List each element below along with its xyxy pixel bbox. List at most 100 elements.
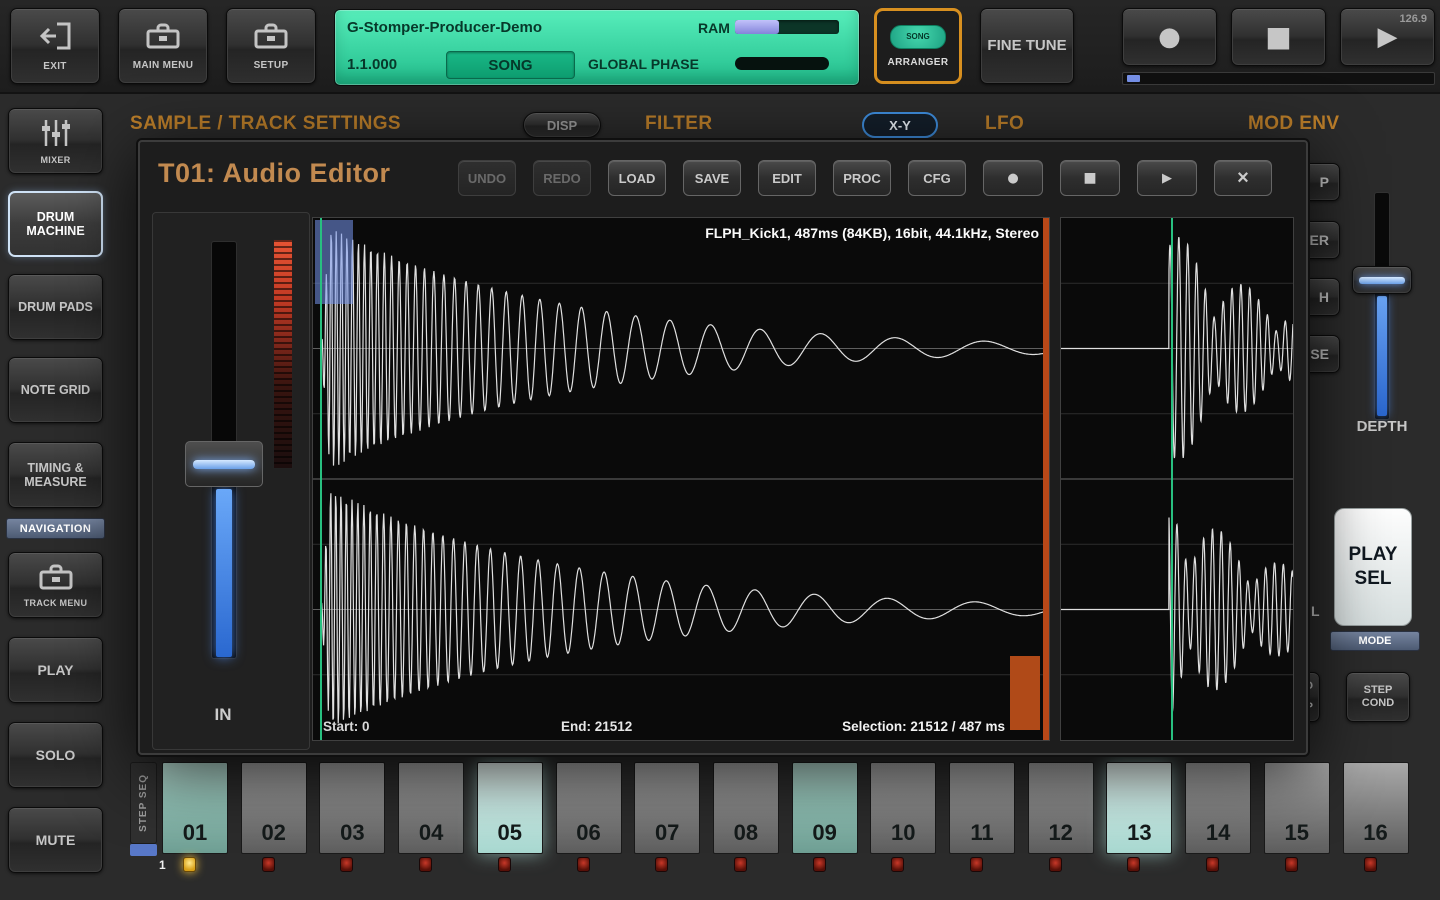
stop-button[interactable]: ■ [1231, 8, 1326, 66]
step-sequencer: STEP SEQ 1 01020304050607080910111213141… [0, 758, 1440, 900]
step-led[interactable] [262, 857, 275, 872]
step-number: 16 [1363, 820, 1387, 853]
record-button[interactable]: ● [1122, 8, 1217, 66]
editor-record-button[interactable]: ● [983, 160, 1043, 196]
step-led[interactable] [1364, 857, 1377, 872]
step-button-12[interactable]: 12 [1028, 762, 1094, 854]
editor-button-save[interactable]: SAVE [683, 160, 741, 196]
depth-slider-handle[interactable] [1352, 266, 1412, 294]
editor-stop-button[interactable]: ■ [1060, 160, 1120, 196]
setup-button[interactable]: SETUP [226, 8, 316, 84]
step-led-on[interactable] [183, 857, 196, 872]
exit-button[interactable]: EXIT [10, 8, 100, 84]
in-fader-handle[interactable] [185, 441, 263, 487]
fine-tune-button[interactable]: FINE TUNE [980, 8, 1074, 84]
step-button-09[interactable]: 09 [792, 762, 858, 854]
editor-button-proc[interactable]: PROC [833, 160, 891, 196]
sidebar-item-mixer[interactable]: MIXER [8, 108, 103, 174]
mod-env-title: MOD ENV [1248, 113, 1339, 135]
setup-label: SETUP [254, 60, 289, 71]
song-mode-button[interactable]: SONG [446, 51, 575, 79]
editor-button-redo[interactable]: REDO [533, 160, 591, 196]
step-button-08[interactable]: 08 [713, 762, 779, 854]
step-button-11[interactable]: 11 [949, 762, 1015, 854]
step-button-03[interactable]: 03 [319, 762, 385, 854]
editor-play-button[interactable]: ▶ [1137, 160, 1197, 196]
top-bar: EXIT MAIN MENU SETUP G-Stomper-Producer-… [0, 0, 1440, 94]
step-led[interactable] [340, 857, 353, 872]
close-button[interactable]: × [1214, 160, 1272, 196]
waveform-display[interactable]: FLPH_Kick1, 487ms (84KB), 16bit, 44.1kHz… [312, 217, 1050, 741]
input-gain-panel: IN [152, 212, 310, 750]
step-number: 09 [812, 820, 836, 853]
sidebar-item-timing-measure[interactable]: TIMING & MEASURE [8, 442, 103, 508]
editor-button-cfg[interactable]: CFG [908, 160, 966, 196]
step-led[interactable] [1049, 857, 1062, 872]
step-button-07[interactable]: 07 [634, 762, 700, 854]
step-led[interactable] [734, 857, 747, 872]
step-led[interactable] [1206, 857, 1219, 872]
step-button-04[interactable]: 04 [398, 762, 464, 854]
song-position-indicator [1127, 75, 1140, 82]
step-led[interactable] [1127, 857, 1140, 872]
editor-button-undo[interactable]: UNDO [458, 160, 516, 196]
editor-button-load[interactable]: LOAD [608, 160, 666, 196]
step-number: 06 [576, 820, 600, 853]
disp-button[interactable]: DISP [523, 112, 601, 138]
end-cursor[interactable] [1043, 218, 1049, 740]
step-led[interactable] [419, 857, 432, 872]
timing-measure-label: TIMING & MEASURE [11, 461, 100, 489]
step-number: 08 [734, 820, 758, 853]
step-button-16[interactable]: 16 [1343, 762, 1409, 854]
mixer-icon [39, 118, 73, 150]
filter-title: FILTER [645, 113, 712, 135]
selection-end-handle[interactable] [1010, 656, 1040, 730]
sidebar-item-track-menu[interactable]: TRACK MENU [8, 552, 103, 618]
step-led[interactable] [813, 857, 826, 872]
sidebar-item-note-grid[interactable]: NOTE GRID [8, 357, 103, 423]
step-led[interactable] [577, 857, 590, 872]
step-led[interactable] [1285, 857, 1298, 872]
app-screen: EXIT MAIN MENU SETUP G-Stomper-Producer-… [0, 0, 1440, 900]
song-position-bar[interactable] [1122, 72, 1435, 85]
exit-label: EXIT [43, 61, 66, 72]
drum-pads-label: DRUM PADS [18, 300, 93, 314]
step-button-05[interactable]: 05 [477, 762, 543, 854]
play-button[interactable]: 126.9 ▶ [1340, 8, 1435, 66]
step-button-13[interactable]: 13 [1106, 762, 1172, 854]
step-led[interactable] [498, 857, 511, 872]
start-cursor[interactable] [320, 218, 322, 740]
step-button-06[interactable]: 06 [556, 762, 622, 854]
sidebar-item-drum-machine[interactable]: DRUM MACHINE [8, 191, 103, 257]
global-phase-bar [735, 57, 829, 70]
song-arranger-button[interactable]: SONG ARRANGER [874, 8, 962, 84]
ram-label: RAM [698, 20, 730, 36]
sidebar-item-drum-pads[interactable]: DRUM PADS [8, 274, 103, 340]
step-number: 02 [261, 820, 285, 853]
waveform-zoom-display[interactable] [1060, 217, 1294, 741]
sidebar-item-play[interactable]: PLAY [8, 637, 103, 703]
step-seq-tab[interactable]: STEP SEQ [130, 762, 157, 844]
play-sel-button[interactable]: PLAY SEL [1334, 508, 1412, 626]
sample-info: FLPH_Kick1, 487ms (84KB), 16bit, 44.1kHz… [705, 225, 1039, 241]
xy-button[interactable]: X-Y [862, 112, 938, 138]
step-led[interactable] [891, 857, 904, 872]
play-icon: ▶ [1378, 24, 1398, 50]
step-led[interactable] [655, 857, 668, 872]
main-menu-button[interactable]: MAIN MENU [118, 8, 208, 84]
track-menu-icon [38, 563, 74, 593]
step-led[interactable] [970, 857, 983, 872]
step-button-02[interactable]: 02 [241, 762, 307, 854]
mode-header: MODE [1330, 631, 1420, 651]
editor-text-buttons: UNDO REDO LOAD SAVE EDIT PROC CFG [458, 160, 966, 196]
step-button-01[interactable]: 01 [162, 762, 228, 854]
editor-button-edit[interactable]: EDIT [758, 160, 816, 196]
slider-stripe [193, 460, 255, 469]
play-label: PLAY [37, 662, 73, 678]
step-button-15[interactable]: 15 [1264, 762, 1330, 854]
record-icon: ● [1007, 172, 1018, 185]
step-button-14[interactable]: 14 [1185, 762, 1251, 854]
step-cond-button[interactable]: STEP COND [1346, 672, 1410, 722]
step-number: 03 [340, 820, 364, 853]
step-button-10[interactable]: 10 [870, 762, 936, 854]
